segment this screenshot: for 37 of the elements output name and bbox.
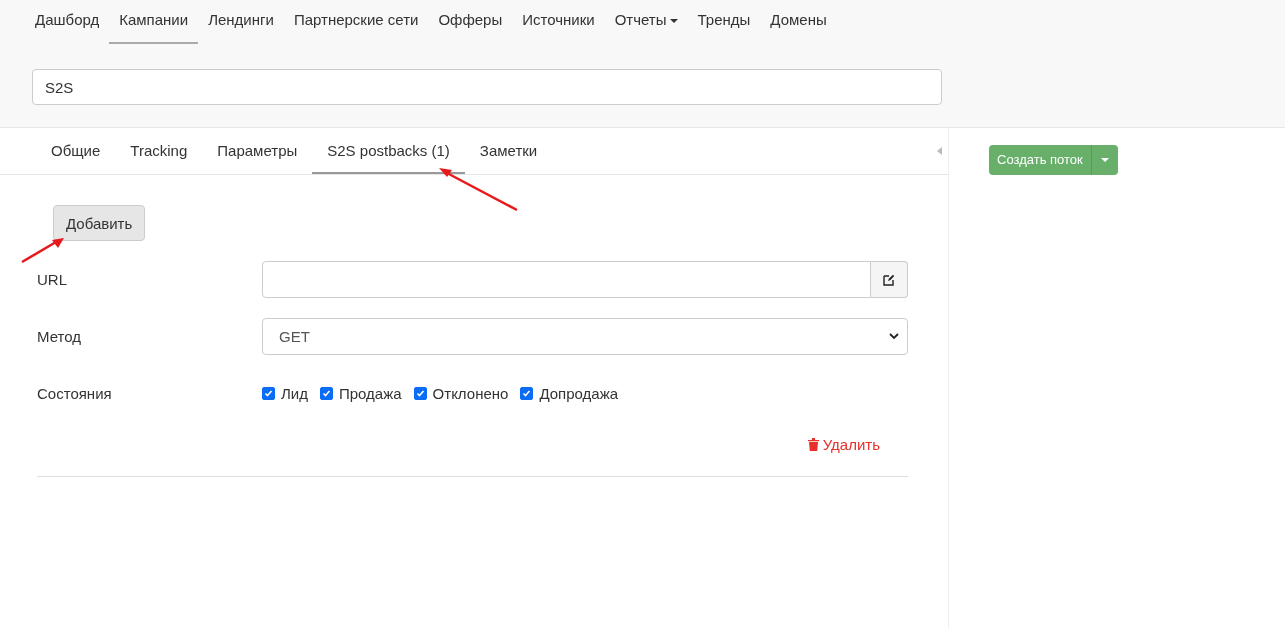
method-select[interactable]: GET (262, 318, 908, 355)
nav-link[interactable]: Партнерские сети (283, 0, 429, 44)
nav-link[interactable]: Лендинги (198, 0, 284, 44)
edit-button[interactable] (871, 261, 908, 298)
field-label: Метод (37, 328, 82, 345)
checkbox-label: Продажа (339, 385, 402, 402)
nav-link[interactable]: Дашборд (25, 0, 110, 44)
annotation-arrow (20, 236, 66, 264)
checkbox-label: Лид (281, 385, 308, 402)
nav-link[interactable]: Источники (512, 0, 605, 44)
chevron-down-icon (889, 333, 899, 340)
delete-link[interactable]: Удалить (807, 436, 880, 453)
nav-link[interactable]: Отчеты (604, 0, 688, 44)
checkbox[interactable] (262, 387, 275, 400)
tab[interactable]: Заметки (464, 128, 553, 174)
checkbox-label: Отклонено (432, 385, 509, 402)
checkbox-label: Допродажа (539, 385, 618, 402)
nav-link[interactable]: Офферы (428, 0, 513, 44)
edit-icon (883, 273, 895, 286)
checkbox[interactable] (413, 387, 427, 400)
field-label: URL (37, 271, 68, 288)
tab[interactable]: Параметры (202, 128, 313, 174)
checkbox[interactable] (520, 387, 534, 400)
tab[interactable]: Общие (36, 128, 116, 174)
trash-icon (807, 438, 819, 451)
nav-link[interactable]: Домены (760, 0, 837, 44)
tab[interactable]: Tracking (115, 128, 203, 174)
checkbox[interactable] (320, 387, 333, 400)
checkmark-icon (415, 389, 425, 398)
checkmark-icon (522, 389, 532, 398)
add-button[interactable]: Добавить (53, 205, 146, 241)
campaign-name-field[interactable]: S2S (32, 69, 942, 105)
checkmark-icon (264, 389, 273, 398)
url-field[interactable] (262, 261, 871, 298)
nav-link[interactable]: Тренды (687, 0, 761, 44)
checkmark-icon (322, 389, 331, 398)
field-label: Состояния (37, 385, 113, 402)
